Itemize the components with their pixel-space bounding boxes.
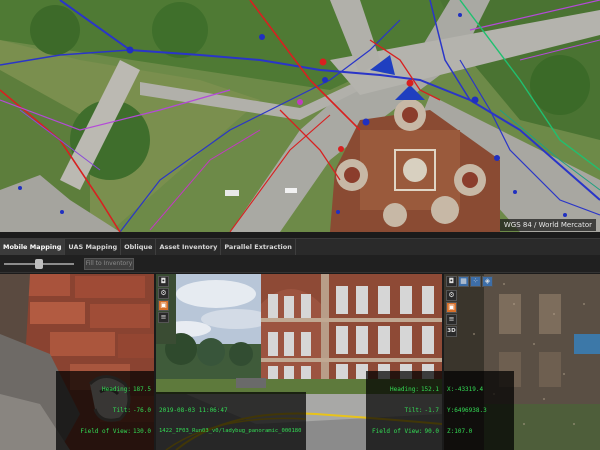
tilt-value: -76.0 [132, 407, 151, 414]
fill-to-inventory-button[interactable]: Fill to Inventory [84, 258, 134, 270]
image-icon[interactable]: ▣ [446, 302, 457, 313]
z-coordinate: Z:107.0 [447, 428, 473, 435]
pointcloud-toolbar-top: ◘ ▦ ⁘ ◈ [446, 276, 493, 287]
camera-icon[interactable]: ◘ [446, 276, 457, 287]
toolbar: Fill to Inventory [0, 255, 600, 273]
image-panel-closeup[interactable]: Heading: 187.5 Tilt: -76.0 Field of View: 1… [0, 274, 154, 450]
map-canvas[interactable] [0, 0, 600, 232]
fov-label: Field of View: [80, 428, 131, 435]
image-icon[interactable]: ▣ [158, 300, 169, 311]
heading-label: Heading: [390, 386, 419, 393]
image-panel-pointcloud[interactable]: ◘ ▦ ⁘ ◈ ⚙ ▣ ≡ 3D X:-43319.4 Y:6496938.3 … [444, 274, 600, 450]
map-view[interactable]: WGS 84 / World Mercator [0, 0, 600, 232]
timestamp: 2019-08-03 11:06:47 [159, 407, 228, 414]
tab-mobile-mapping[interactable]: Mobile Mapping [0, 239, 66, 255]
gear-icon[interactable]: ⚙ [158, 288, 169, 299]
3d-icon[interactable]: 3D [446, 326, 457, 337]
filename: 1422_IF03_Run03_v0/ladybug_panoramic_000… [159, 428, 302, 434]
fov-value: 130.0 [132, 428, 151, 435]
settings-icon[interactable]: ◈ [482, 276, 493, 287]
tab-uas-mapping[interactable]: UAS Mapping [65, 239, 122, 255]
gear-icon[interactable]: ⚙ [446, 290, 457, 301]
heading-value: 152.1 [420, 386, 439, 393]
camera-info-overlay-a: Heading: 187.5 Tilt: -76.0 Field of View: 1… [56, 371, 154, 450]
image-icon[interactable]: ▦ [458, 276, 469, 287]
camera-info-overlay-b: Heading: 152.1 Tilt: -1.7 Field of View: 90… [366, 371, 442, 450]
tab-asset-inventory[interactable]: Asset Inventory [156, 239, 222, 255]
pointcloud-toolbar-side: ⚙ ▣ ≡ 3D [446, 290, 457, 337]
app-window: WGS 84 / World Mercator Mobile Mapping U… [0, 0, 600, 450]
tilt-label: Tilt: [404, 407, 423, 414]
layers-icon[interactable]: ≡ [158, 312, 169, 323]
x-coordinate: X:-43319.4 [447, 386, 484, 393]
tab-oblique[interactable]: Oblique [121, 239, 157, 255]
crs-label: WGS 84 / World Mercator [499, 219, 596, 231]
heading-label: Heading: [102, 386, 131, 393]
heading-value: 187.5 [132, 386, 151, 393]
y-coordinate: Y:6496938.3 [447, 407, 487, 414]
coordinates-overlay: X:-43319.4 Y:6496938.3 Z:107.0 [444, 371, 514, 450]
image-panel-panoramic[interactable]: ◘ ⚙ ▣ ≡ 2019-08-03 11:06:47 1422_IF03_Ru… [156, 274, 442, 450]
tab-bar: Mobile Mapping UAS Mapping Oblique Asset… [0, 238, 600, 255]
tilt-value: -1.7 [424, 407, 439, 414]
fov-value: 90.0 [424, 428, 439, 435]
fov-label: Field of View: [371, 428, 423, 435]
tilt-label: Tilt: [112, 407, 131, 414]
panoramic-toolbar: ◘ ⚙ ▣ ≡ [158, 276, 169, 323]
camera-icon[interactable]: ◘ [158, 276, 169, 287]
pointcloud-icon[interactable]: ⁘ [470, 276, 481, 287]
tab-parallel-extraction[interactable]: Parallel Extraction [221, 239, 296, 255]
layers-icon[interactable]: ≡ [446, 314, 457, 325]
zoom-slider-thumb[interactable] [35, 259, 43, 269]
panoramic-info-overlay: 2019-08-03 11:06:47 1422_IF03_Run03_v0/l… [156, 392, 306, 450]
